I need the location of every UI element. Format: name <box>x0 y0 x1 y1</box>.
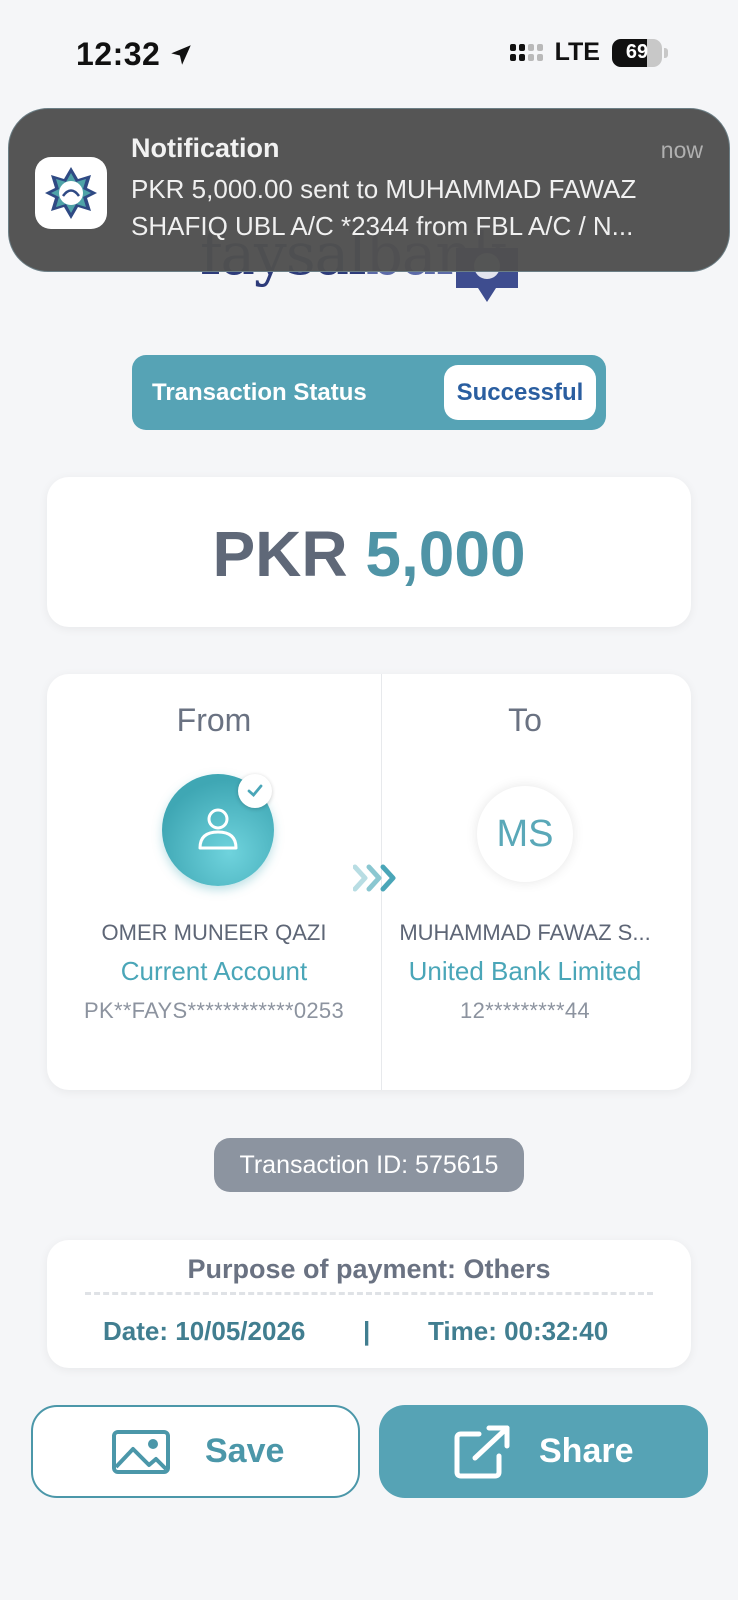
recipient-avatar: MS <box>477 786 573 882</box>
recipient-account-number: 12*********44 <box>460 998 590 1023</box>
share-icon <box>453 1424 513 1480</box>
transaction-status-bar: Transaction Status Successful <box>132 355 606 430</box>
battery-icon: 69 <box>612 38 662 67</box>
image-icon <box>111 1429 171 1475</box>
purpose-of-payment: Purpose of payment: Others <box>187 1254 551 1284</box>
transfer-arrows-icon <box>353 864 396 892</box>
location-arrow-icon <box>171 44 192 65</box>
to-heading: To <box>508 702 542 738</box>
transaction-time: Time: 00:32:40 <box>428 1316 609 1346</box>
amount: PKR 5,000 <box>47 517 691 591</box>
status-time: 12:32 <box>76 36 194 73</box>
from-column: From OMER MUNEER QAZI Current Account PK… <box>47 674 381 1090</box>
push-notification[interactable]: Notification now PKR 5,000.00 sent to MU… <box>8 108 730 272</box>
status-indicators: LTE 69 <box>509 38 668 67</box>
date-time-separator: | <box>363 1316 371 1346</box>
faysal-app-icon <box>35 157 107 229</box>
from-to-card: From OMER MUNEER QAZI Current Account PK… <box>47 674 691 1090</box>
recipient-bank: United Bank Limited <box>408 956 642 986</box>
amount-card: PKR 5,000 <box>47 477 691 627</box>
status-time-text: 12:32 <box>76 36 161 72</box>
share-button-label: Share <box>539 1432 634 1470</box>
dashed-divider <box>85 1292 653 1295</box>
battery-percent: 69 <box>625 41 649 63</box>
amount-value: 5,000 <box>365 518 526 590</box>
notification-title: Notification <box>131 133 280 163</box>
from-heading: From <box>176 702 252 738</box>
share-button[interactable]: Share <box>379 1405 708 1498</box>
user-icon <box>198 808 238 850</box>
status-bar: 12:32 LTE 69 <box>0 0 738 108</box>
status-badge: Successful <box>444 365 596 420</box>
save-button[interactable]: Save <box>31 1405 360 1498</box>
notification-body-line-1: PKR 5,000.00 sent to MUHAMMAD FAWAZ <box>131 174 637 204</box>
verified-check-icon <box>238 774 272 808</box>
notification-body-line-2: SHAFIQ UBL A/C *2344 from FBL A/C / N... <box>131 211 634 241</box>
to-column: To MS MUHAMMAD FAWAZ S... United Bank Li… <box>365 674 685 1090</box>
sender-account-type: Current Account <box>120 956 308 986</box>
payment-details-card: Purpose of payment: Others Date: 10/05/2… <box>47 1240 691 1368</box>
transaction-id: Transaction ID: 575615 <box>214 1138 524 1192</box>
sender-name: OMER MUNEER QAZI <box>101 920 327 945</box>
recipient-name: MUHAMMAD FAWAZ S... <box>399 920 651 945</box>
transaction-status-label: Transaction Status <box>152 379 367 406</box>
cellular-signal-icon <box>509 44 543 61</box>
amount-currency: PKR <box>212 518 348 590</box>
sender-account-number: PK**FAYS************0253 <box>84 998 344 1023</box>
network-type: LTE <box>554 38 600 66</box>
notification-time: now <box>660 137 703 163</box>
notification-body: PKR 5,000.00 sent to MUHAMMAD FAWAZ SHAF… <box>131 171 701 245</box>
save-button-label: Save <box>205 1432 285 1470</box>
transaction-date: Date: 10/05/2026 <box>103 1316 306 1346</box>
